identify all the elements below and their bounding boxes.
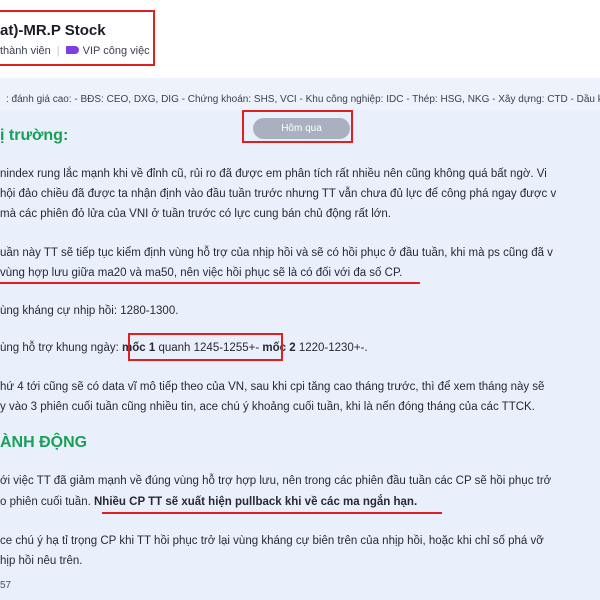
support-mark-2-range: 1220-1230+-.: [298, 342, 368, 354]
support-highlight-box: [128, 333, 283, 361]
para-1-line-3: mà các phiên đỏ lửa của VNI ở tuần trước…: [0, 208, 391, 220]
section-heading-market: ị trường:: [0, 127, 69, 144]
para-6-bold: Nhiều CP TT sẽ xuất hiện pullback khi về…: [94, 496, 418, 508]
sector-ratings-line: : đánh giá cao: - BĐS: CEO, DXG, DIG - C…: [6, 94, 600, 105]
para-5-line-1: hứ 4 tới cũng sẽ có data vĩ mô tiếp theo…: [0, 381, 545, 393]
para-6-underline: [102, 512, 442, 514]
para-5-line-2: y vào 3 phiên cuối tuần cũng nhiều tin, …: [0, 401, 535, 413]
para-1-line-1: nindex rung lắc mạnh khi về đỉnh cũ, rủi…: [0, 168, 547, 180]
button-highlight-box: [242, 110, 353, 143]
section-heading-action: ÀNH ĐỘNG: [0, 434, 88, 451]
para-2-underline: [0, 282, 420, 284]
para-3-resistance: ùng kháng cự nhịp hồi: 1280-1300.: [0, 305, 179, 317]
para-6-line-2: o phiên cuối tuần. Nhiều CP TT sẽ xuất h…: [0, 493, 417, 512]
para-6-prefix: o phiên cuối tuần.: [0, 496, 91, 508]
para-1-line-2: hội đảo chiều đã được ta nhận định vào đ…: [0, 188, 557, 200]
para-2-line-2: vùng hợp lưu giữa ma20 và ma50, nên việc…: [0, 267, 403, 279]
para-2-line-1: uần này TT sẽ tiếp tục kiểm định vùng hỗ…: [0, 247, 553, 259]
footer-count: 57: [0, 580, 12, 591]
title-highlight-box: [0, 10, 155, 66]
para-7-line-1: ce chú ý hạ tỉ trọng CP khi TT hồi phục …: [0, 535, 544, 547]
post-header: at)-MR.P Stock thành viên | VIP công việc: [0, 0, 600, 78]
support-prefix: ùng hỗ trợ khung ngày:: [0, 342, 119, 354]
para-6-line-1: ới việc TT đã giảm mạnh về đúng vùng hỗ …: [0, 475, 552, 487]
para-7-line-2: hịp hồi nêu trên.: [0, 555, 83, 567]
